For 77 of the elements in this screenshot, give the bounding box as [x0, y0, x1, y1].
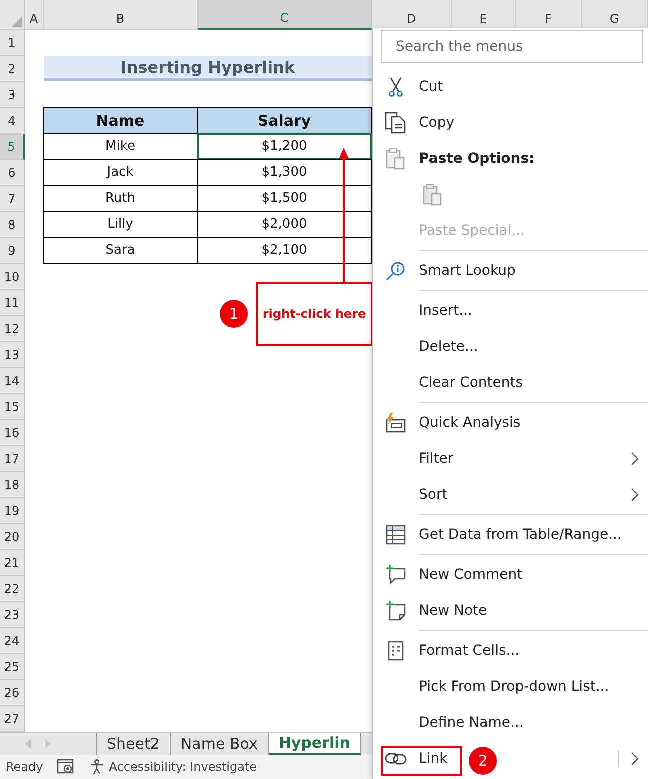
- menu-item[interactable]: Copy: [419, 115, 455, 131]
- row-header[interactable]: 4: [0, 108, 25, 134]
- row-header[interactable]: 2: [0, 56, 25, 82]
- row-header[interactable]: 27: [0, 706, 25, 732]
- table-cell: $2,100: [197, 237, 372, 264]
- column-header[interactable]: D: [372, 0, 452, 30]
- row-header[interactable]: 14: [0, 368, 25, 394]
- column-header[interactable]: A: [25, 0, 44, 30]
- menu-item[interactable]: New Note: [419, 603, 488, 619]
- row-header[interactable]: 22: [0, 576, 25, 602]
- menu-item[interactable]: Format Cells...: [419, 643, 520, 659]
- menu-item[interactable]: Smart Lookup: [419, 263, 516, 279]
- row-header[interactable]: 3: [0, 82, 25, 108]
- search-field[interactable]: Search the menus: [381, 30, 643, 63]
- accessibility-icon[interactable]: [89, 759, 106, 775]
- row-header[interactable]: 11: [0, 290, 25, 316]
- menu-item[interactable]: Sort: [419, 487, 448, 503]
- clipboard-icon: [386, 148, 406, 170]
- menu-item[interactable]: Define Name...: [419, 715, 524, 731]
- row-header[interactable]: 13: [0, 342, 25, 368]
- row-header[interactable]: 8: [0, 212, 25, 238]
- row-header[interactable]: 24: [0, 628, 25, 654]
- menu-item[interactable]: Delete...: [419, 339, 478, 355]
- row-header[interactable]: 6: [0, 160, 25, 186]
- table-cell: Sara: [43, 237, 198, 264]
- paste-icon: [423, 184, 443, 206]
- column-header[interactable]: F: [516, 0, 582, 30]
- scroll-left-icon[interactable]: [24, 739, 32, 749]
- column-header[interactable]: G: [582, 0, 648, 30]
- table-icon: [386, 525, 406, 545]
- row-header[interactable]: 10: [0, 264, 25, 290]
- column-header[interactable]: E: [452, 0, 516, 30]
- accessibility-status[interactable]: Accessibility: Investigate: [109, 760, 258, 774]
- menu-item[interactable]: Quick Analysis: [419, 415, 521, 431]
- row-header[interactable]: 21: [0, 550, 25, 576]
- menu-item[interactable]: Clear Contents: [419, 375, 524, 391]
- sheet-tab[interactable]: Hyperlin: [268, 733, 362, 755]
- row-header[interactable]: 18: [0, 472, 25, 498]
- row-header[interactable]: 23: [0, 602, 25, 628]
- column-header[interactable]: C: [198, 0, 372, 30]
- scroll-right-icon[interactable]: [44, 739, 52, 749]
- menu-item[interactable]: Pick From Drop-down List...: [419, 679, 610, 695]
- new-comment-icon: [386, 565, 406, 585]
- menu-item[interactable]: Insert...: [419, 303, 473, 319]
- menu-heading: Paste Options:: [419, 151, 535, 167]
- menu-item[interactable]: Get Data from Table/Range...: [419, 527, 622, 543]
- menu-item[interactable]: Filter: [419, 451, 454, 467]
- scissors-icon: [388, 77, 404, 97]
- row-header[interactable]: 5: [0, 134, 25, 160]
- format-cells-icon: [388, 641, 404, 661]
- quick-analysis-icon: [385, 413, 407, 433]
- step-badge: 1: [220, 300, 248, 328]
- menu-item[interactable]: Link: [419, 751, 448, 767]
- table-header-cell: Salary: [197, 107, 372, 134]
- table-header-cell: Name: [43, 107, 198, 134]
- menu-item[interactable]: New Comment: [419, 567, 523, 583]
- row-header[interactable]: 9: [0, 238, 25, 264]
- row-header[interactable]: 26: [0, 680, 25, 706]
- row-header[interactable]: 19: [0, 498, 25, 524]
- macro-record-icon[interactable]: [57, 759, 76, 775]
- row-header[interactable]: 7: [0, 186, 25, 212]
- row-header[interactable]: 16: [0, 420, 25, 446]
- row-header[interactable]: 17: [0, 446, 25, 472]
- status-text: Ready: [6, 760, 44, 774]
- select-all-icon[interactable]: [12, 17, 22, 27]
- search-icon: [386, 261, 406, 281]
- new-note-icon: [386, 601, 406, 621]
- copy-icon: [385, 112, 407, 134]
- callout-box: right-click here: [256, 282, 373, 346]
- row-header[interactable]: 25: [0, 654, 25, 680]
- menu-item[interactable]: Cut: [419, 79, 444, 95]
- row-header[interactable]: 1: [0, 30, 25, 56]
- row-header[interactable]: 12: [0, 316, 25, 342]
- column-header[interactable]: B: [44, 0, 198, 30]
- link-icon: [385, 752, 407, 766]
- row-header[interactable]: 15: [0, 394, 25, 420]
- row-header[interactable]: 20: [0, 524, 25, 550]
